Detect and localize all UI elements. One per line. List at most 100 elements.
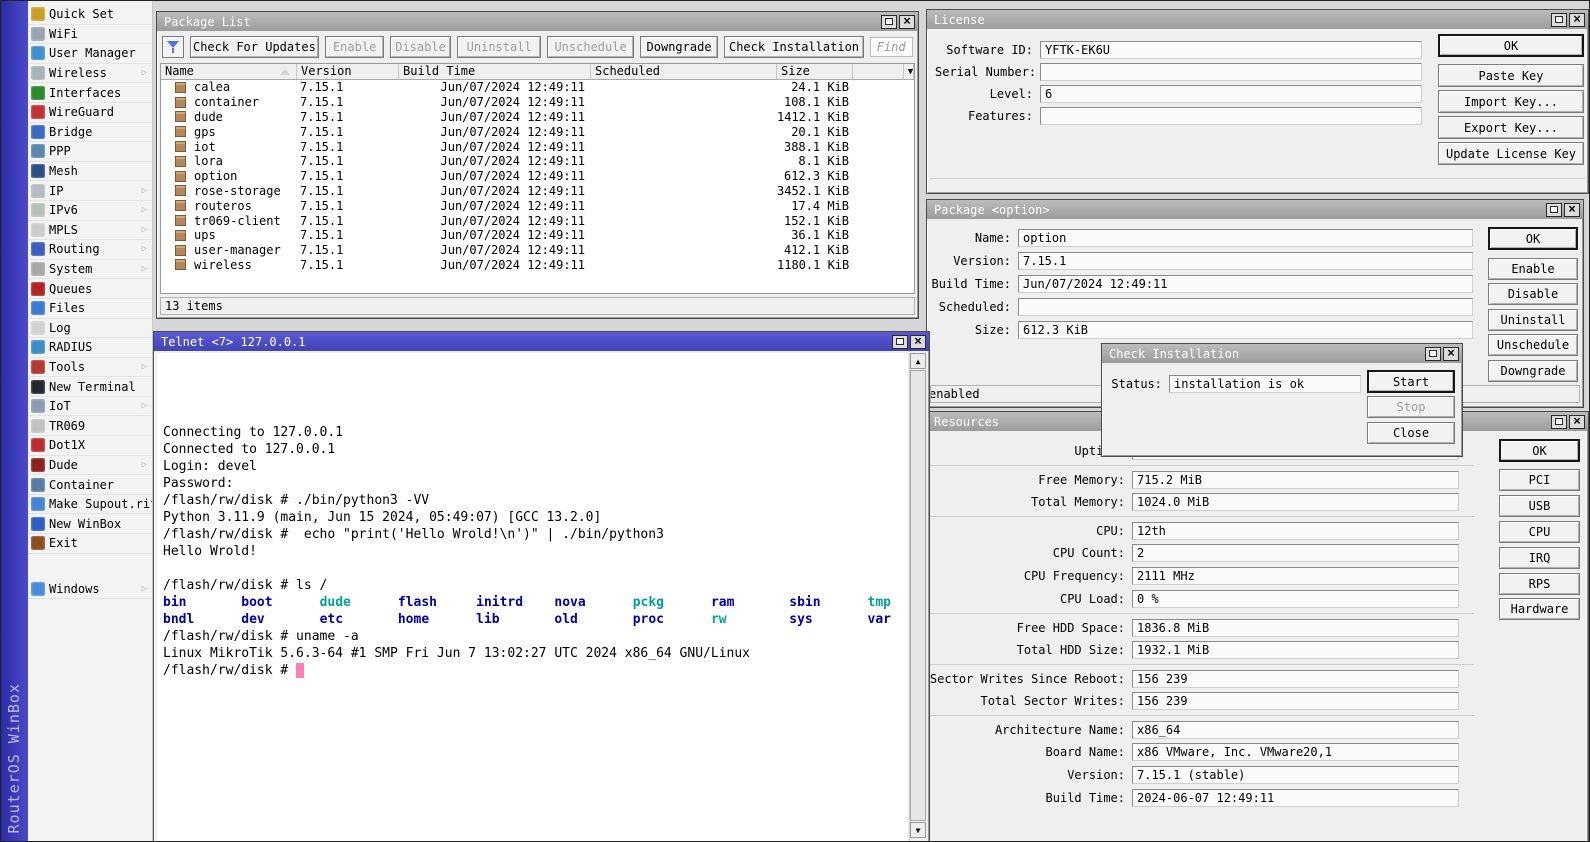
column-dropdown-icon[interactable]	[904, 64, 914, 79]
scroll-down-icon[interactable]	[910, 822, 926, 838]
toolbar-button-disable[interactable]: Disable	[390, 36, 451, 58]
sidebar-item-new-terminal[interactable]: New Terminal	[28, 377, 152, 397]
maximize-icon[interactable]	[1551, 13, 1567, 27]
package-row-iot[interactable]: iot 7.15.1 Jun/07/2024 12:49:11 388.1 Ki…	[161, 139, 914, 154]
sidebar-item-ppp[interactable]: PPP	[28, 142, 152, 162]
column-header-build-time[interactable]: Build Time	[399, 64, 591, 79]
sidebar-item-tools[interactable]: Tools	[28, 358, 152, 378]
resources-button-pci[interactable]: PCI	[1499, 469, 1580, 491]
close-icon[interactable]	[1564, 203, 1580, 217]
toolbar-button-enable[interactable]: Enable	[325, 36, 384, 58]
sidebar-item-quick-set[interactable]: Quick Set	[28, 5, 152, 25]
sidebar-item-dot1x[interactable]: Dot1X	[28, 436, 152, 456]
license-button-paste-key[interactable]: Paste Key	[1438, 64, 1584, 87]
package-row-routeros[interactable]: routeros 7.15.1 Jun/07/2024 12:49:11 17.…	[161, 198, 914, 213]
package-row-gps[interactable]: gps 7.15.1 Jun/07/2024 12:49:11 20.1 KiB	[161, 124, 914, 139]
sidebar-item-ipv6[interactable]: IPv6	[28, 201, 152, 221]
sidebar-item-routing[interactable]: Routing	[28, 240, 152, 260]
sidebar-item-mesh[interactable]: Mesh	[28, 162, 152, 182]
package-row-rose-storage[interactable]: rose-storage 7.15.1 Jun/07/2024 12:49:11…	[161, 184, 914, 199]
license-button-import-key[interactable]: Import Key...	[1438, 90, 1584, 113]
filter-button[interactable]	[162, 36, 184, 58]
column-header-name[interactable]: Name	[161, 64, 297, 79]
sidebar-item-wireguard[interactable]: WireGuard	[28, 103, 152, 123]
sidebar-item-make-supout-rif[interactable]: Make Supout.rif	[28, 495, 152, 515]
column-header-scheduled[interactable]: Scheduled	[591, 64, 777, 79]
maximize-icon[interactable]	[1551, 415, 1567, 429]
package-row-lora[interactable]: lora 7.15.1 Jun/07/2024 12:49:11 8.1 KiB	[161, 154, 914, 169]
maximize-icon[interactable]	[1546, 203, 1562, 217]
scroll-up-icon[interactable]	[910, 353, 926, 369]
scrollbar-thumb[interactable]	[910, 370, 926, 821]
toolbar-button-unschedule[interactable]: Unschedule	[547, 36, 633, 58]
resources-button-cpu[interactable]: CPU	[1499, 521, 1580, 543]
sidebar-item-bridge[interactable]: Bridge	[28, 123, 152, 143]
sidebar-item-interfaces[interactable]: Interfaces	[28, 83, 152, 103]
package-button-unschedule[interactable]: Unschedule	[1488, 334, 1578, 356]
package-button-disable[interactable]: Disable	[1488, 283, 1578, 305]
resources-button-usb[interactable]: USB	[1499, 495, 1580, 517]
package-row-ups[interactable]: ups 7.15.1 Jun/07/2024 12:49:11 36.1 KiB	[161, 228, 914, 243]
resources-button-hardware[interactable]: Hardware	[1499, 598, 1580, 620]
maximize-icon[interactable]	[1425, 347, 1441, 361]
status-value-field[interactable]: installation is ok	[1169, 375, 1361, 393]
terminal-output[interactable]: Connecting to 127.0.0.1Connected to 127.…	[157, 353, 908, 842]
license-button-update-license-key[interactable]: Update License Key	[1438, 142, 1584, 165]
toolbar-button-downgrade[interactable]: Downgrade	[640, 36, 719, 58]
sidebar-item-files[interactable]: Files	[28, 299, 152, 319]
package-row-container[interactable]: container 7.15.1 Jun/07/2024 12:49:11 10…	[161, 95, 914, 110]
license-button-ok[interactable]: OK	[1438, 34, 1584, 57]
sidebar-item-ip[interactable]: IP	[28, 181, 152, 201]
package-button-downgrade[interactable]: Downgrade	[1488, 360, 1578, 382]
toolbar-button-check-installation[interactable]: Check Installation	[724, 36, 863, 58]
license-titlebar[interactable]: License	[927, 10, 1588, 29]
sidebar-item-radius[interactable]: RADIUS	[28, 338, 152, 358]
sidebar-item-queues[interactable]: Queues	[28, 279, 152, 299]
sidebar-item-wireless[interactable]: Wireless	[28, 64, 152, 84]
dialog-button-stop[interactable]: Stop	[1367, 396, 1455, 418]
dialog-button-start[interactable]: Start	[1367, 370, 1455, 393]
close-icon[interactable]	[1569, 415, 1585, 429]
terminal-scrollbar[interactable]	[909, 353, 926, 842]
sidebar-item-exit[interactable]: Exit	[28, 534, 152, 554]
package-row-user-manager[interactable]: user-manager 7.15.1 Jun/07/2024 12:49:11…	[161, 243, 914, 258]
package-button-ok[interactable]: OK	[1488, 227, 1578, 250]
dialog-button-close[interactable]: Close	[1367, 422, 1455, 444]
license-button-export-key[interactable]: Export Key...	[1438, 116, 1584, 139]
sidebar-item-windows[interactable]: Windows	[28, 580, 152, 600]
maximize-icon[interactable]	[881, 15, 897, 29]
package-row-option[interactable]: option 7.15.1 Jun/07/2024 12:49:11 612.3…	[161, 169, 914, 184]
package-option-titlebar[interactable]: Package <option>	[927, 200, 1583, 219]
toolbar-button-check-for-updates[interactable]: Check For Updates	[190, 36, 320, 58]
column-header-version[interactable]: Version	[297, 64, 399, 79]
package-button-uninstall[interactable]: Uninstall	[1488, 309, 1578, 331]
close-icon[interactable]	[1443, 347, 1459, 361]
package-button-enable[interactable]: Enable	[1488, 258, 1578, 280]
sidebar-item-user-manager[interactable]: User Manager	[28, 44, 152, 64]
resources-button-rps[interactable]: RPS	[1499, 573, 1580, 595]
column-header-size[interactable]: Size	[777, 64, 853, 79]
package-row-wireless[interactable]: wireless 7.15.1 Jun/07/2024 12:49:11 118…	[161, 258, 914, 273]
check-installation-titlebar[interactable]: Check Installation	[1102, 344, 1462, 363]
telnet-titlebar[interactable]: Telnet <7> 127.0.0.1	[154, 332, 929, 351]
sidebar-item-wifi[interactable]: WiFi	[28, 25, 152, 45]
maximize-icon[interactable]	[892, 335, 908, 349]
find-input[interactable]: Find	[870, 37, 913, 57]
resources-button-irq[interactable]: IRQ	[1499, 547, 1580, 569]
package-row-tr069-client[interactable]: tr069-client 7.15.1 Jun/07/2024 12:49:11…	[161, 213, 914, 228]
sidebar-item-mpls[interactable]: MPLS	[28, 221, 152, 241]
sidebar-item-tr069[interactable]: TR069	[28, 416, 152, 436]
sidebar-item-new-winbox[interactable]: New WinBox	[28, 514, 152, 534]
close-icon[interactable]	[899, 15, 915, 29]
package-row-calea[interactable]: calea 7.15.1 Jun/07/2024 12:49:11 24.1 K…	[161, 80, 914, 95]
close-icon[interactable]	[1569, 13, 1585, 27]
sidebar-item-dude[interactable]: Dude	[28, 456, 152, 476]
resources-button-ok[interactable]: OK	[1499, 439, 1580, 462]
package-row-dude[interactable]: dude 7.15.1 Jun/07/2024 12:49:11 1412.1 …	[161, 110, 914, 125]
sidebar-item-container[interactable]: Container	[28, 475, 152, 495]
package-list-titlebar[interactable]: Package List	[157, 12, 918, 31]
sidebar-item-log[interactable]: Log	[28, 319, 152, 339]
sidebar-item-system[interactable]: System	[28, 260, 152, 280]
close-icon[interactable]	[910, 335, 926, 349]
toolbar-button-uninstall[interactable]: Uninstall	[457, 36, 541, 58]
